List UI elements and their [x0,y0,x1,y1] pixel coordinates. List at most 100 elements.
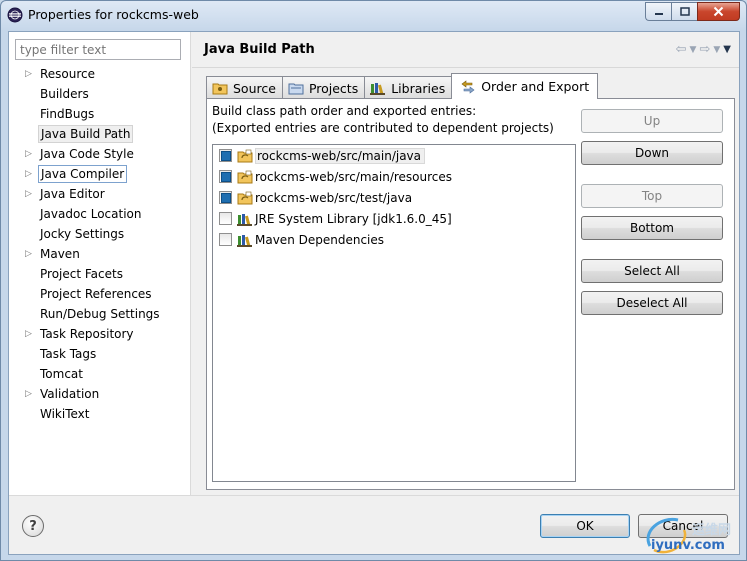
classpath-entry[interactable]: JRE System Library [jdk1.6.0_45] [213,208,575,229]
tab-libraries[interactable]: Libraries [364,76,453,99]
page-title: Java Build Path [204,42,315,57]
expand-arrow-icon[interactable]: ▷ [25,184,33,204]
expand-arrow-icon[interactable]: ▷ [25,244,33,264]
sidebar-item-label: FindBugs [40,107,95,121]
sidebar-item[interactable]: Tomcat [9,364,191,384]
sidebar-item[interactable]: ▷ Validation [9,384,191,404]
sidebar-item[interactable]: Task Tags [9,344,191,364]
export-checkbox[interactable] [219,191,232,204]
sidebar-item[interactable]: FindBugs [9,104,191,124]
libraries-icon [370,83,386,95]
projects-icon [288,83,304,95]
maximize-button[interactable] [671,2,697,21]
order-export-panel: Build class path order and exported entr… [206,98,735,490]
classpath-entry-label: rockcms-web/src/test/java [255,190,413,205]
expand-arrow-icon[interactable]: ▷ [25,384,33,404]
classpath-entry[interactable]: rockcms-web/src/main/resources [213,166,575,187]
forward-arrow-icon[interactable]: ⇨ [699,42,710,57]
classpath-entry[interactable]: Maven Dependencies [213,229,575,250]
classpath-entry-label: rockcms-web/src/main/java [255,147,426,164]
title-separator [192,67,739,68]
expand-arrow-icon[interactable]: ▷ [25,64,33,84]
sidebar-item-label: Tomcat [40,367,83,381]
close-button[interactable] [697,2,740,21]
filter-input[interactable] [15,39,181,60]
sidebar-item[interactable]: ▷ Task Repository [9,324,191,344]
up-button[interactable]: Up [581,109,723,133]
back-menu-chevron-icon[interactable]: ▼ [690,45,697,55]
sidebar-item-label: Java Compiler [38,165,128,183]
tab-order-and-export[interactable]: Order and Export [451,73,599,99]
tab-source-label: Source [233,80,276,96]
bottom-button[interactable]: Bottom [581,216,723,240]
sidebar-item-label: Run/Debug Settings [40,307,160,321]
deselect-all-button[interactable]: Deselect All [581,291,723,315]
expand-arrow-icon[interactable]: ▷ [25,164,33,184]
sidebar-item[interactable]: WikiText [9,404,191,424]
sidebar-item[interactable]: ▷ Java Code Style [9,144,191,164]
sidebar-item[interactable]: Javadoc Location [9,204,191,224]
sidebar-item[interactable]: Java Build Path [9,124,191,144]
sidebar-item[interactable]: Project References [9,284,191,304]
properties-nav: ▷ Resource Builders FindBugs Java Build Path… [9,32,191,495]
top-button[interactable]: Top [581,184,723,208]
dialog-client: ▷ Resource Builders FindBugs Java Build Path… [8,31,740,555]
sidebar-item-label: Java Code Style [40,147,134,161]
library-icon [237,234,252,247]
page-navigation: ⇦ ▼ ⇨ ▼ ▼ [676,42,731,57]
classpath-entry-label: JRE System Library [jdk1.6.0_45] [255,211,452,226]
forward-menu-chevron-icon[interactable]: ▼ [713,45,720,55]
sidebar-item-label: Project Facets [40,267,123,281]
eclipse-app-icon [7,7,23,23]
export-checkbox[interactable] [219,212,232,225]
build-path-tabs: Source Projects Libraries Order and Expo… [206,73,599,99]
sidebar-item[interactable]: ▷ Java Editor [9,184,191,204]
classpath-entry[interactable]: rockcms-web/src/test/java [213,187,575,208]
export-checkbox[interactable] [219,170,232,183]
back-arrow-icon[interactable]: ⇦ [676,42,687,57]
ok-button[interactable]: OK [540,514,630,538]
title-bar[interactable]: Properties for rockcms-web [1,1,746,29]
sidebar-item[interactable]: Jocky Settings [9,224,191,244]
minimize-button[interactable] [645,2,671,21]
select-all-button[interactable]: Select All [581,259,723,283]
help-icon[interactable]: ? [22,515,44,537]
watermark-text-url: iyunv.com [651,538,725,553]
sidebar-item-label: Java Build Path [38,125,134,143]
properties-window: Properties for rockcms-web ▷ Resource Buil… [0,0,747,561]
sidebar-item-label: WikiText [40,407,90,421]
classpath-entry[interactable]: rockcms-web/src/main/java [213,145,575,166]
minimize-icon [654,12,663,15]
tab-projects[interactable]: Projects [281,76,366,99]
maximize-icon [679,6,690,16]
tab-libraries-label: Libraries [391,80,446,96]
view-menu-icon[interactable]: ▼ [723,44,731,55]
footer-separator [9,495,739,496]
source-folder-icon [237,191,253,204]
classpath-entry-label: Maven Dependencies [255,232,385,247]
source-folder-icon [212,83,228,95]
sidebar-item-label: Java Editor [40,187,105,201]
tab-source[interactable]: Source [206,76,283,99]
property-page: Java Build Path ⇦ ▼ ⇨ ▼ ▼ Source Project… [192,32,739,495]
sidebar-item[interactable]: Project Facets [9,264,191,284]
sidebar-item-label: Jocky Settings [40,227,125,241]
export-checkbox[interactable] [219,149,232,162]
down-button[interactable]: Down [581,141,723,165]
sidebar-item[interactable]: ▷ Java Compiler [9,164,191,184]
watermark-text-cn: 运维网 [692,523,732,538]
export-checkbox[interactable] [219,233,232,246]
tab-projects-label: Projects [308,80,359,96]
sidebar-item[interactable]: ▷ Resource [9,64,191,84]
expand-arrow-icon[interactable]: ▷ [25,144,33,164]
description-line-2: (Exported entries are contributed to dep… [212,121,554,135]
expand-arrow-icon[interactable]: ▷ [25,324,33,344]
caption-buttons [645,2,740,21]
source-folder-icon [237,149,253,162]
sidebar-item[interactable]: Run/Debug Settings [9,304,191,324]
sidebar-item[interactable]: Builders [9,84,191,104]
classpath-entries-list[interactable]: rockcms-web/src/main/java rockcms-web/src… [212,144,576,482]
sidebar-item[interactable]: ▷ Maven [9,244,191,264]
sidebar-item-label: Builders [40,87,89,101]
sidebar-item-label: Validation [40,387,100,401]
